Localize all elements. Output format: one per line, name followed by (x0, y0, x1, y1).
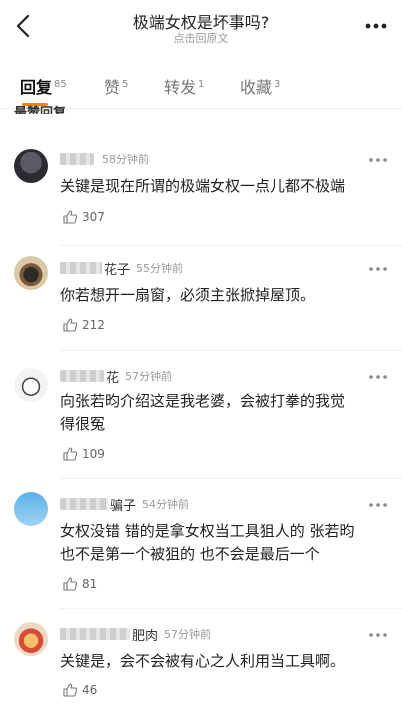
comment-time: 57分钟前 (164, 628, 212, 641)
comment-text-line: 你若想开一扇窗，必须主张掀掉屋顶。 (60, 286, 316, 304)
comment-text-line: 也不是第一个被狙的 也不会是最后一个 (60, 545, 320, 563)
tab-reposts-count: 1 (198, 79, 205, 90)
comment-text: 女权没错 错的是拿女权当工具狙人的 张若昀 也不是第一个被狙的 也不会是最后一个 (60, 520, 390, 566)
username-visible-part: 肥肉 (132, 628, 159, 644)
comment-text: 关键是，会不会被有心之人利用当工具啊。 (60, 650, 390, 673)
comment-more-icon[interactable] (368, 500, 388, 510)
comment-author[interactable]: 骗子 54分钟前 (60, 494, 189, 514)
comment-author[interactable]: 花 57分钟前 (60, 366, 172, 386)
more-options-icon[interactable] (362, 12, 390, 40)
blurred-username (60, 262, 102, 274)
comment-more-icon[interactable] (368, 264, 388, 274)
like-count: 46 (82, 683, 98, 697)
top-bar: 极端女权是坏事吗? 点击回原文 (0, 0, 402, 54)
comment-text: 你若想开一扇窗，必须主张掀掉屋顶。 (60, 284, 390, 307)
thumbs-up-icon (63, 577, 78, 591)
thumbs-up-icon (63, 210, 78, 224)
comment-time: 58分钟前 (102, 153, 149, 166)
comment-text-line: 关键是，会不会被有心之人利用当工具啊。 (60, 652, 346, 670)
like-button[interactable]: 46 (62, 682, 97, 698)
back-to-original-link[interactable]: 点击回原文 (0, 30, 402, 46)
username-visible-part: 花 (106, 370, 120, 386)
tab-likes-label: 赞 (104, 78, 121, 97)
divider (60, 350, 402, 351)
comment-more-icon[interactable] (368, 155, 388, 165)
section-title: 最赞回复 (14, 106, 67, 114)
tab-likes[interactable]: 赞5 (104, 74, 128, 98)
comment-text: 向张若昀介绍这是我老婆，会被打拳的我觉 得很冤 (60, 390, 390, 436)
blurred-username (60, 370, 104, 382)
tab-reposts[interactable]: 转发 1 (164, 74, 204, 98)
comment-text-line: 关键是现在所谓的极端女权一点儿都不极端 (60, 177, 346, 195)
avatar[interactable] (14, 256, 48, 290)
comment-author[interactable]: 肥肉 57分钟前 (60, 624, 211, 644)
thumbs-up-icon (63, 683, 78, 697)
tab-reposts-label: 转发 (164, 78, 197, 97)
divider (60, 478, 402, 479)
like-button[interactable]: 212 (62, 317, 105, 333)
like-count: 109 (82, 447, 105, 461)
username-visible-part: 骗子 (110, 498, 137, 514)
comment-text: 关键是现在所谓的极端女权一点儿都不极端 (60, 175, 390, 198)
comment-more-icon[interactable] (368, 372, 388, 382)
comment-author[interactable]: 58分钟前 (60, 149, 149, 169)
avatar[interactable] (14, 492, 48, 526)
tab-replies-count: 85 (54, 79, 67, 90)
username-visible-part: 花子 (104, 262, 131, 278)
divider (60, 245, 402, 246)
comment-more-icon[interactable] (368, 630, 388, 640)
tab-favorites-count: 3 (274, 79, 281, 90)
like-count: 212 (82, 318, 105, 332)
comment-text-line: 女权没错 错的是拿女权当工具狙人的 张若昀 (60, 522, 355, 540)
tab-replies-label: 回复 (20, 78, 53, 97)
comment-time: 54分钟前 (142, 498, 190, 511)
tab-replies[interactable]: 回复 85 (20, 74, 67, 98)
comment-text-line: 向张若昀介绍这是我老婆，会被打拳的我觉 (60, 392, 346, 410)
thumbs-up-icon (63, 447, 78, 461)
blurred-username (60, 153, 94, 165)
like-button[interactable]: 307 (62, 209, 105, 225)
avatar[interactable] (14, 622, 48, 656)
comment-time: 57分钟前 (125, 370, 173, 383)
tab-likes-count: 5 (122, 79, 129, 90)
avatar[interactable] (14, 149, 48, 183)
tab-favorites[interactable]: 收藏 3 (240, 74, 280, 98)
tab-favorites-label: 收藏 (240, 78, 273, 97)
divider (60, 608, 402, 609)
thumbs-up-icon (63, 318, 78, 332)
comment-author[interactable]: 花子 55分钟前 (60, 258, 183, 278)
blurred-username (60, 498, 108, 510)
avatar[interactable] (14, 368, 48, 402)
like-button[interactable]: 81 (62, 576, 97, 592)
like-count: 307 (82, 210, 105, 224)
like-button[interactable]: 109 (62, 446, 105, 462)
comment-text-line: 得很冤 (60, 415, 106, 433)
comment-time: 55分钟前 (136, 262, 184, 275)
blurred-username (60, 628, 130, 640)
like-count: 81 (82, 577, 98, 591)
